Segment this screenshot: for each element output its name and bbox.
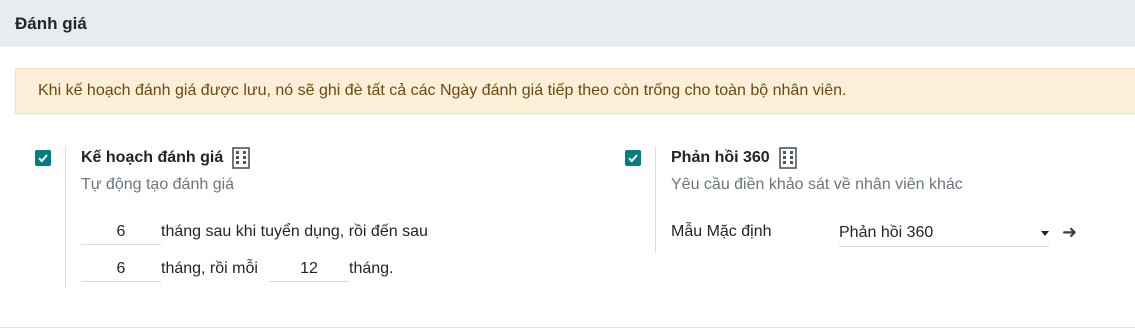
checkmark-icon [38, 154, 48, 163]
section-title: Đánh giá [15, 13, 87, 33]
caret-down-icon [1041, 231, 1049, 236]
arrow-right-icon[interactable]: ➜ [1062, 222, 1077, 242]
section-bottom-divider [0, 327, 1135, 328]
feedback-360-title-text: Phản hồi 360 [671, 149, 770, 166]
appraisal-plan-checkbox[interactable] [35, 150, 51, 166]
appraisal-plan-title: Kế hoạch đánh giá [81, 146, 251, 170]
feedback-360-title: Phản hồi 360 [671, 146, 797, 170]
checkmark-icon [628, 154, 638, 163]
default-template-label: Mẫu Mặc định [671, 223, 772, 240]
appraisal-plan-description: Tự động tạo đánh giá [81, 176, 235, 193]
appraisal-plan-title-text: Kế hoạch đánh giá [81, 149, 224, 166]
second-appraisal-months-input[interactable]: 6 [81, 256, 161, 282]
building-icon [232, 147, 251, 169]
warning-alert: Khi kế hoạch đánh giá được lưu, nó sẽ gh… [15, 68, 1135, 114]
alert-text: Khi kế hoạch đánh giá được lưu, nó sẽ gh… [38, 82, 847, 99]
setting-divider [655, 147, 656, 252]
building-icon [778, 147, 797, 169]
repeat-appraisal-months-input[interactable]: 12 [269, 256, 349, 282]
feedback-360-description: Yêu cầu điền khảo sát về nhân viên khác [671, 176, 963, 193]
repeat-appraisal-text: tháng. [349, 260, 394, 277]
section-header: Đánh giá [0, 0, 1135, 47]
setting-divider [65, 147, 66, 288]
first-appraisal-months-input[interactable]: 6 [81, 219, 161, 245]
default-template-value: Phản hồi 360 [839, 224, 934, 241]
default-template-select[interactable]: Phản hồi 360 [839, 219, 1049, 247]
feedback-360-checkbox[interactable] [625, 150, 641, 166]
first-appraisal-text: tháng sau khi tuyển dụng, rồi đến sau [161, 223, 428, 240]
second-appraisal-text: tháng, rồi mỗi [161, 260, 258, 277]
